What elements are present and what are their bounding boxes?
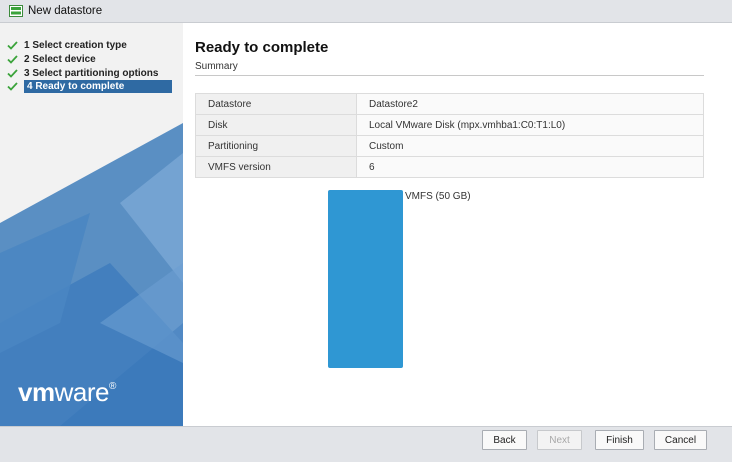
- summary-value: Datastore2: [356, 93, 704, 115]
- divider: [195, 75, 704, 76]
- back-button[interactable]: Back: [482, 430, 527, 450]
- wizard-content: Ready to complete Summary Datastore Data…: [183, 23, 732, 426]
- vmfs-partition-label: VMFS (50 GB): [405, 191, 471, 202]
- cancel-button[interactable]: Cancel: [654, 430, 707, 450]
- table-row: Disk Local VMware Disk (mpx.vmhba1:C0:T1…: [195, 114, 704, 136]
- step-row-ready: 4 Ready to complete: [0, 80, 183, 93]
- summary-table: Datastore Datastore2 Disk Local VMware D…: [195, 93, 704, 178]
- vmware-logo: vmware®: [18, 377, 116, 407]
- summary-value: Local VMware Disk (mpx.vmhba1:C0:T1:L0): [356, 114, 704, 136]
- page-subtitle: Summary: [195, 61, 238, 72]
- summary-key: VMFS version: [195, 156, 357, 178]
- wizard-sidebar: 1 Select creation type 2 Select device 3…: [0, 23, 183, 426]
- step-label: 3 Select partitioning options: [24, 67, 159, 79]
- step-select-partitioning-options[interactable]: 3 Select partitioning options: [0, 66, 183, 80]
- finish-button[interactable]: Finish: [595, 430, 644, 450]
- window-title: New datastore: [28, 5, 103, 17]
- new-datastore-dialog: New datastore 1 Select creation type 2 S…: [0, 0, 732, 462]
- checkmark-icon: [6, 67, 18, 79]
- step-ready-to-complete[interactable]: 4 Ready to complete: [24, 80, 172, 93]
- table-row: Datastore Datastore2: [195, 93, 704, 115]
- title-bar: New datastore: [0, 0, 732, 23]
- step-select-device[interactable]: 2 Select device: [0, 52, 183, 66]
- wizard-steps: 1 Select creation type 2 Select device 3…: [0, 38, 183, 93]
- checkmark-icon: [6, 39, 18, 51]
- checkmark-icon: [6, 81, 18, 93]
- step-select-creation-type[interactable]: 1 Select creation type: [0, 38, 183, 52]
- step-label: 4 Ready to complete: [27, 81, 125, 92]
- table-row: VMFS version 6: [195, 156, 704, 178]
- table-row: Partitioning Custom: [195, 135, 704, 157]
- summary-value: Custom: [356, 135, 704, 157]
- step-label: 2 Select device: [24, 53, 96, 65]
- summary-key: Partitioning: [195, 135, 357, 157]
- datastore-icon: [9, 5, 23, 17]
- vmfs-partition-bar: [328, 190, 403, 368]
- page-title: Ready to complete: [195, 39, 329, 56]
- summary-key: Datastore: [195, 93, 357, 115]
- step-label: 1 Select creation type: [24, 39, 127, 51]
- summary-key: Disk: [195, 114, 357, 136]
- checkmark-icon: [6, 53, 18, 65]
- summary-value: 6: [356, 156, 704, 178]
- next-button[interactable]: Next: [537, 430, 582, 450]
